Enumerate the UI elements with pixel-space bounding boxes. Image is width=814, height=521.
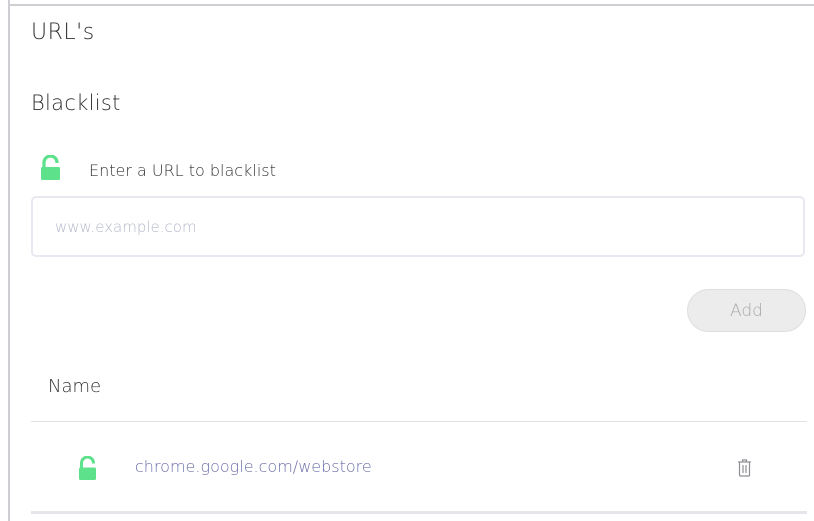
frame-border-top <box>8 4 814 6</box>
unlocked-lock-icon <box>78 455 97 485</box>
add-button[interactable]: Add <box>687 289 806 332</box>
blacklisted-url-link[interactable]: chrome.google.com/webstore <box>135 457 372 476</box>
unlocked-lock-icon <box>40 154 61 185</box>
page-title: URL's <box>31 20 95 45</box>
blacklist-hint: Enter a URL to blacklist <box>40 154 276 185</box>
table-header-divider <box>31 421 807 422</box>
table-bottom-divider <box>31 511 807 514</box>
table-row: chrome.google.com/webstore <box>31 441 807 497</box>
url-input[interactable] <box>31 196 805 257</box>
column-header-name: Name <box>48 376 102 397</box>
section-title-blacklist: Blacklist <box>31 91 121 115</box>
trash-icon[interactable] <box>737 458 752 481</box>
frame-border-left <box>8 0 10 521</box>
hint-label: Enter a URL to blacklist <box>89 160 276 180</box>
